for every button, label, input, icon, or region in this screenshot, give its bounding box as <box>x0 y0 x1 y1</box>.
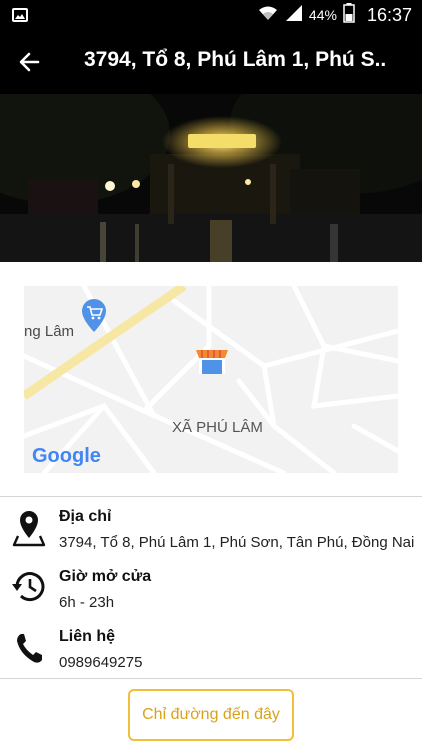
battery-percent: 44% <box>308 7 337 23</box>
app-bar: 3794, Tổ 8, Phú Lâm 1, Phú S.. <box>0 30 422 94</box>
google-logo: Google <box>32 445 101 467</box>
page-title: 3794, Tổ 8, Phú Lâm 1, Phú S.. <box>84 48 387 71</box>
back-arrow-icon[interactable] <box>16 48 44 76</box>
hours-label: Giờ mở cửa <box>59 568 152 585</box>
address-value: 3794, Tổ 8, Phú Lâm 1, Phú Sơn, Tân Phú,… <box>59 534 415 551</box>
divider <box>0 678 422 679</box>
address-row[interactable]: Địa chỉ 3794, Tổ 8, Phú Lâm 1, Phú Sơn, … <box>0 508 422 566</box>
map-view[interactable]: ng Lâm XÃ PHÚ LÂM Google <box>24 286 398 473</box>
address-label: Địa chỉ <box>59 508 112 525</box>
wifi-icon <box>257 4 279 27</box>
status-bar: 44% 16:37 <box>0 0 422 30</box>
store-photo[interactable] <box>0 94 422 262</box>
clock: 16:37 <box>366 4 412 25</box>
directions-button[interactable]: Chỉ đường đến đây <box>128 689 294 741</box>
contact-value[interactable]: 0989649275 <box>59 654 142 671</box>
store-icon[interactable] <box>196 350 228 374</box>
map-road-label: ng Lâm <box>24 323 74 340</box>
history-clock-icon <box>12 568 48 608</box>
hours-row: Giờ mở cửa 6h - 23h <box>0 568 422 626</box>
map-area-label: XÃ PHÚ LÂM <box>172 419 263 436</box>
phone-icon <box>12 628 48 668</box>
contact-label: Liên hệ <box>59 628 116 645</box>
gallery-icon <box>12 8 28 22</box>
divider <box>0 496 422 497</box>
location-pin-icon <box>12 508 48 548</box>
battery-icon <box>343 2 355 28</box>
hours-value: 6h - 23h <box>59 594 115 611</box>
signal-icon <box>285 4 303 27</box>
